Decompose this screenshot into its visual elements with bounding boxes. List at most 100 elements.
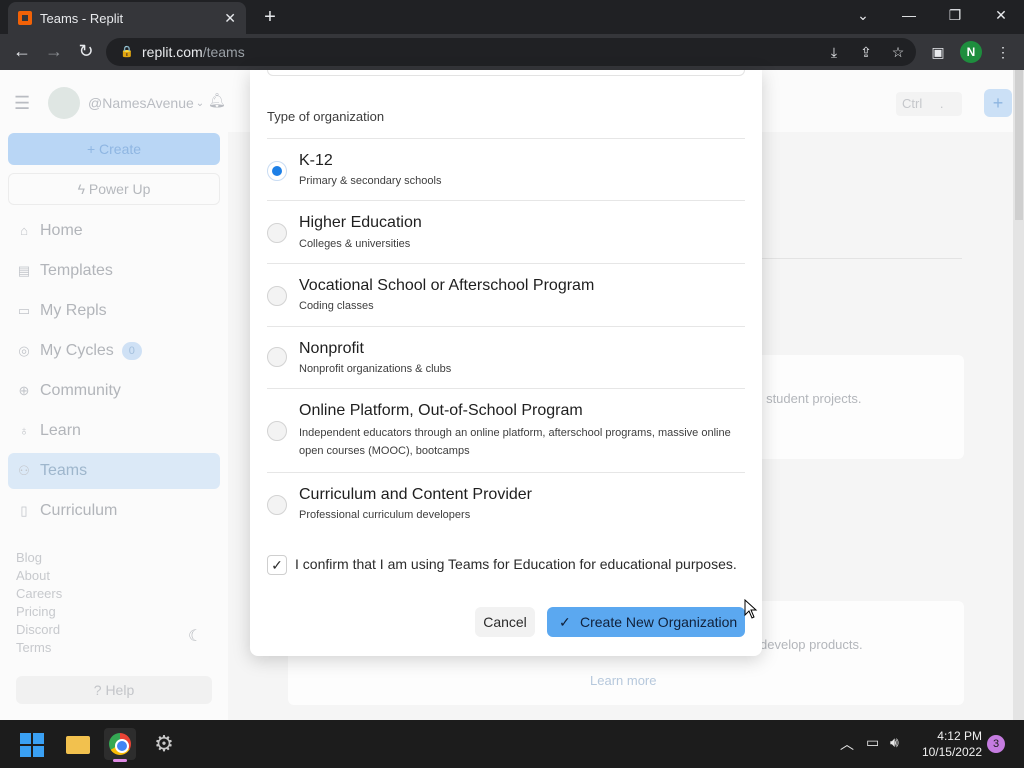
bookmark-star-icon[interactable]: ☆ xyxy=(888,42,908,62)
power-up-button[interactable]: ϟ Power Up xyxy=(8,173,220,205)
sidebar-item-label: Community xyxy=(40,382,121,399)
sidebar-item-label: My Cycles xyxy=(40,342,114,359)
help-label: Help xyxy=(105,682,135,698)
address-bar[interactable]: 🔒 replit.com/teams xyxy=(106,38,916,66)
sidebar-item-home[interactable]: ⌂ Home xyxy=(8,213,220,249)
url-path: /teams xyxy=(202,44,245,60)
confirm-checkbox[interactable]: ✓ xyxy=(267,555,287,575)
clock-time: 4:12 PM xyxy=(937,729,982,743)
footer-link-terms[interactable]: Terms xyxy=(16,640,51,655)
settings-gear-icon[interactable]: ⚙ xyxy=(148,728,180,760)
lock-icon: 🔒 xyxy=(120,46,134,58)
network-icon[interactable]: ▭ xyxy=(866,734,879,751)
lightning-icon: ϟ xyxy=(77,181,86,197)
cycles-icon: ◎ xyxy=(18,343,30,358)
reload-icon[interactable]: ↻ xyxy=(74,40,98,64)
window-close-button[interactable]: ✕ xyxy=(978,0,1024,34)
create-button[interactable]: + Create xyxy=(8,133,220,165)
share-icon[interactable]: ⇪ xyxy=(856,42,876,62)
org-option-curriculum-provider[interactable]: Curriculum and Content Provider Professi… xyxy=(267,472,745,534)
install-app-icon[interactable]: ⤓ xyxy=(824,42,844,62)
page-scrollbar-thumb[interactable] xyxy=(1015,70,1023,220)
command-shortcut[interactable]: Ctrl . xyxy=(896,92,962,116)
tray-chevron-up-icon[interactable]: ︿ xyxy=(840,734,854,754)
footer-link-discord[interactable]: Discord xyxy=(16,622,60,637)
question-icon: ? xyxy=(93,682,102,698)
checkmark-icon: ✓ xyxy=(559,614,571,630)
sidebar-item-community[interactable]: ⊕ Community xyxy=(8,373,220,409)
chrome-icon[interactable] xyxy=(104,728,136,762)
sidebar-item-my-cycles[interactable]: ◎ My Cycles 0 xyxy=(8,333,220,369)
option-description: Professional curriculum developers xyxy=(299,509,471,521)
org-option-online-platform[interactable]: Online Platform, Out-of-School Program I… xyxy=(267,388,745,472)
sidebar-item-templates[interactable]: ▤ Templates xyxy=(8,253,220,289)
sidebar-header: ☰ @NamesAvenue ⌄ xyxy=(14,86,204,120)
org-option-nonprofit[interactable]: Nonprofit Nonprofit organizations & club… xyxy=(267,326,745,388)
option-description: Primary & secondary schools xyxy=(299,175,442,187)
url-host: replit.com xyxy=(142,44,203,60)
learn-more-link[interactable]: Learn more xyxy=(590,673,656,688)
option-title: K-12 xyxy=(299,152,333,169)
sidebar-item-label: Teams xyxy=(40,462,88,479)
side-panel-icon[interactable]: ▣ xyxy=(928,42,948,62)
footer-link-pricing[interactable]: Pricing xyxy=(16,604,56,619)
help-button[interactable]: ? Help xyxy=(16,676,212,704)
option-title: Curriculum and Content Provider xyxy=(299,486,532,503)
sidebar-item-label: My Repls xyxy=(40,302,107,319)
organization-type-label: Type of organization xyxy=(267,109,385,124)
restore-button[interactable]: ❐ xyxy=(932,0,978,34)
radio-curriculum-provider[interactable] xyxy=(267,495,287,515)
sidebar-item-learn[interactable]: ♁ Learn xyxy=(8,413,220,449)
sidebar-item-curriculum[interactable]: ▯ Curriculum xyxy=(8,493,220,529)
footer-link-blog[interactable]: Blog xyxy=(16,550,42,565)
file-explorer-icon[interactable] xyxy=(62,728,94,760)
sidebar-item-label: Learn xyxy=(40,422,81,439)
cancel-button[interactable]: Cancel xyxy=(475,607,535,637)
tab-search-button[interactable]: ⌄ xyxy=(840,0,886,34)
option-title: Online Platform, Out-of-School Program xyxy=(299,402,583,419)
username-label[interactable]: @NamesAvenue xyxy=(88,95,194,111)
new-item-plus-button[interactable]: + xyxy=(984,89,1012,117)
browser-tab[interactable]: Teams - Replit ✕ xyxy=(8,2,246,34)
footer-link-about[interactable]: About xyxy=(16,568,50,583)
taskbar-clock[interactable]: 4:12 PM 10/15/2022 xyxy=(912,728,982,760)
back-arrow-icon[interactable]: ← xyxy=(10,40,34,64)
new-tab-button[interactable]: + xyxy=(258,6,282,30)
radio-nonprofit[interactable] xyxy=(267,347,287,367)
confirm-label[interactable]: I confirm that I am using Teams for Educ… xyxy=(295,556,737,572)
sidebar-item-label: Templates xyxy=(40,262,113,279)
radio-vocational[interactable] xyxy=(267,286,287,306)
radio-k12[interactable] xyxy=(267,161,287,181)
user-avatar[interactable] xyxy=(48,87,80,119)
menu-icon[interactable]: ☰ xyxy=(14,93,34,114)
chevron-down-icon[interactable]: ⌄ xyxy=(196,98,204,109)
browser-menu-icon[interactable]: ⋮ xyxy=(993,42,1013,62)
moon-icon[interactable]: ☾ xyxy=(188,626,202,646)
sidebar-item-teams[interactable]: ⚇ Teams xyxy=(8,453,220,489)
org-option-higher-education[interactable]: Higher Education Colleges & universities xyxy=(267,200,745,263)
create-organization-modal: Type of organization K-12 Primary & seco… xyxy=(250,70,762,656)
volume-icon[interactable]: 🔊︎ xyxy=(890,734,899,751)
footer-link-careers[interactable]: Careers xyxy=(16,586,62,601)
plus-icon: + xyxy=(86,141,96,157)
sidebar-item-my-repls[interactable]: ▭ My Repls xyxy=(8,293,220,329)
org-option-k12[interactable]: K-12 Primary & secondary schools xyxy=(267,138,745,200)
org-option-vocational[interactable]: Vocational School or Afterschool Program… xyxy=(267,263,745,326)
forward-arrow-icon[interactable]: → xyxy=(42,40,66,64)
notification-bell-icon[interactable]: 🔔︎ xyxy=(208,92,226,109)
tab-close-icon[interactable]: ✕ xyxy=(224,10,236,27)
radio-higher-education[interactable] xyxy=(267,223,287,243)
section-divider xyxy=(760,258,962,259)
book-icon: ▯ xyxy=(20,503,28,518)
previous-input-field[interactable] xyxy=(267,70,745,76)
windows-start-icon[interactable] xyxy=(20,733,44,757)
shortcut-ctrl: Ctrl xyxy=(902,96,923,111)
clock-date: 10/15/2022 xyxy=(921,745,982,759)
create-new-organization-button[interactable]: ✓ Create New Organization xyxy=(547,607,745,637)
minimize-button[interactable]: — xyxy=(886,0,932,34)
learn-icon: ♁ xyxy=(19,423,29,438)
notification-count-badge[interactable]: 3 xyxy=(987,735,1005,753)
radio-online-platform[interactable] xyxy=(267,421,287,441)
profile-avatar[interactable]: N xyxy=(960,41,982,63)
browser-tab-bar: Teams - Replit ✕ + ⌄ — ❐ ✕ xyxy=(0,0,1024,34)
